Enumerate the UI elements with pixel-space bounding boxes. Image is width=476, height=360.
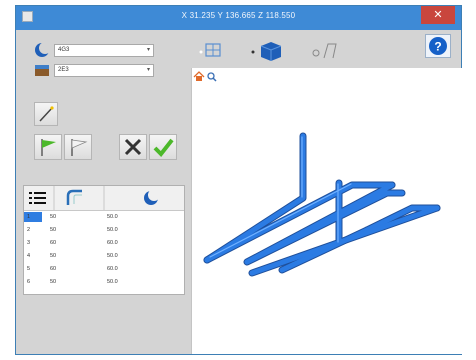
wireframe-view-icon — [205, 43, 221, 57]
table-cell: 50.0 — [107, 227, 118, 233]
close-button[interactable]: ✕ — [421, 6, 455, 24]
moon-icon — [144, 189, 160, 205]
delete-icon — [124, 138, 142, 156]
table-cell: 5 — [27, 266, 31, 272]
dropdown-secondary-value: 2E3 — [58, 67, 69, 73]
svg-text:?: ? — [434, 40, 441, 54]
dropdown-primary[interactable]: 4G3 ▾ — [54, 44, 154, 57]
table-cell: 6 — [27, 279, 31, 285]
flag-white-button[interactable] — [64, 134, 92, 160]
3d-viewport[interactable] — [191, 68, 462, 354]
table-row[interactable]: 6 50 50.0 — [24, 277, 184, 287]
help-button[interactable]: ? — [425, 34, 451, 58]
pipe-model — [203, 132, 441, 277]
title-bar[interactable]: X 31.235 Y 136.665 Z 118.550 ✕ — [16, 6, 461, 30]
wand-icon — [39, 106, 54, 122]
home-view-icon — [193, 71, 205, 81]
table-cell: 60.0 — [107, 266, 118, 272]
table-cell: 50 — [50, 214, 57, 220]
wand-button[interactable] — [34, 102, 58, 126]
chevron-down-icon: ▾ — [146, 47, 150, 53]
table-cell: 50 — [50, 279, 57, 285]
table-cell: 4 — [27, 253, 31, 259]
data-grid: 1 50 50.0 2 50 50.0 3 60 60.0 4 50 50.0 5 60 60.0 6 50 50… — [23, 185, 185, 295]
white-flag-icon — [71, 139, 88, 156]
table-cell: 60 — [50, 240, 57, 246]
left-panel: 4G3 ▾ 2E3 ▾ 1 50 50.0 2 50 50.0 3 60 60.… — [16, 30, 191, 354]
help-icon: ? — [425, 34, 451, 58]
delete-button[interactable] — [119, 134, 147, 160]
moon-icon — [34, 42, 51, 58]
table-cell: 2 — [27, 227, 31, 233]
table-cell: 1 — [27, 214, 31, 220]
table-cell: 50 — [50, 253, 57, 259]
zoom-icon — [207, 72, 217, 82]
table-row[interactable]: 2 50 50.0 — [24, 225, 184, 235]
checkmark-icon — [153, 138, 174, 158]
table-cell: 60 — [50, 266, 57, 272]
table-row[interactable]: 3 60 60.0 — [24, 238, 184, 248]
dropdown-primary-value: 4G3 — [58, 47, 70, 53]
flag-green-button[interactable] — [34, 134, 62, 160]
list-icon — [29, 192, 46, 204]
pipe-bend-icon — [66, 189, 82, 205]
table-cell: 50.0 — [107, 214, 118, 220]
solid-cube-icon — [260, 42, 282, 61]
table-cell: 3 — [27, 240, 31, 246]
material-icon — [34, 62, 50, 78]
confirm-button[interactable] — [149, 134, 177, 160]
settings-tool-icon — [312, 43, 337, 59]
table-cell: 60.0 — [107, 240, 118, 246]
app-window: X 31.235 Y 136.665 Z 118.550 ✕ 4G3 ▾ 2E3… — [15, 5, 462, 355]
table-cell: 50.0 — [107, 253, 118, 259]
grid-header — [24, 186, 184, 211]
table-row[interactable]: 5 60 60.0 — [24, 264, 184, 274]
chevron-down-icon: ▾ — [146, 67, 150, 73]
green-flag-icon — [41, 139, 56, 156]
window-title: X 31.235 Y 136.665 Z 118.550 — [181, 11, 296, 20]
table-cell: 50.0 — [107, 279, 118, 285]
dropdown-secondary[interactable]: 2E3 ▾ — [54, 64, 154, 77]
table-row[interactable]: 1 50 50.0 — [24, 212, 184, 222]
table-row[interactable]: 4 50 50.0 — [24, 251, 184, 261]
table-cell: 50 — [50, 227, 57, 233]
viewport-toolbar — [191, 36, 461, 66]
